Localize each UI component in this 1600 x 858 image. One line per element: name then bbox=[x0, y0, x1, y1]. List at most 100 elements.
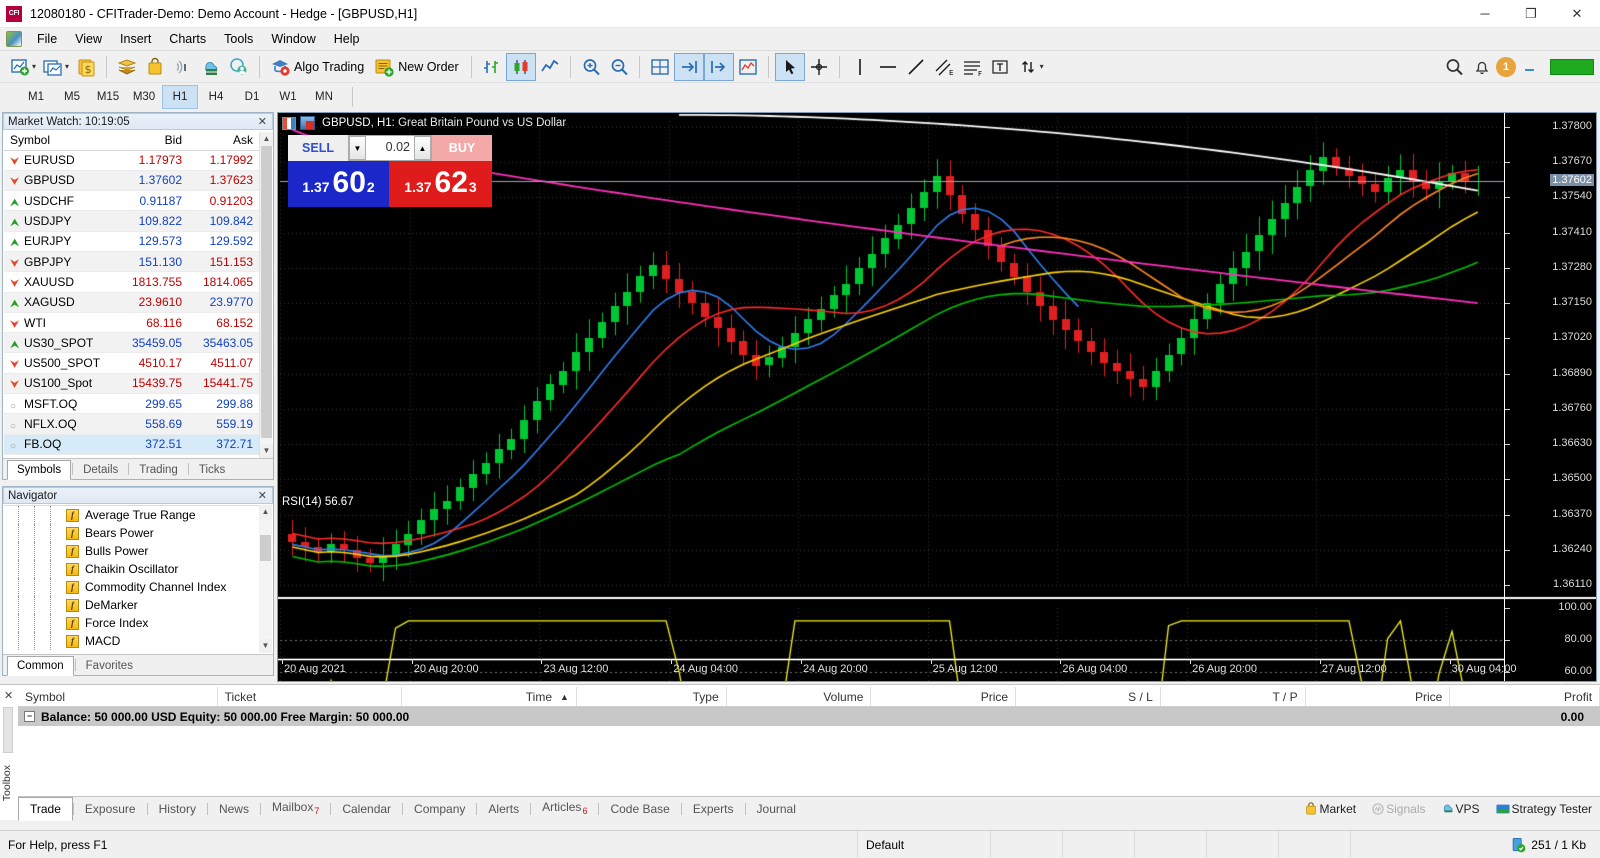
navigator-item[interactable]: fAverage True Range bbox=[4, 506, 259, 524]
navigator-scrollbar[interactable]: ▲ ▼ bbox=[259, 505, 272, 653]
status-profile[interactable]: Default bbox=[858, 831, 991, 858]
market-watch-close-icon[interactable]: ✕ bbox=[258, 115, 267, 128]
tab-ticks[interactable]: Ticks bbox=[190, 461, 234, 479]
signals-button[interactable] bbox=[169, 53, 197, 81]
toolbox-column-header[interactable]: Type bbox=[577, 687, 727, 706]
navigator-item[interactable]: fDeMarker bbox=[4, 596, 259, 614]
timeframe-h1[interactable]: H1 bbox=[162, 85, 198, 109]
market-link[interactable]: Market bbox=[1303, 801, 1356, 817]
toolbox-column-header[interactable]: Profit bbox=[1450, 687, 1600, 706]
text-tool-button[interactable] bbox=[986, 53, 1014, 81]
new-chart-button[interactable]: ▾ bbox=[6, 53, 39, 81]
tab-common[interactable]: Common bbox=[7, 656, 74, 676]
menu-help[interactable]: Help bbox=[325, 29, 369, 49]
menu-insert[interactable]: Insert bbox=[111, 29, 160, 49]
volume-value[interactable]: 0.02 bbox=[366, 136, 414, 160]
toolbox-tab-articles[interactable]: Articles6 bbox=[531, 796, 598, 820]
toolbox-tab-code-base[interactable]: Code Base bbox=[599, 798, 680, 820]
market-watch-row[interactable]: ⮟WTI68.11668.152 bbox=[4, 312, 259, 332]
navigator-item[interactable]: fForce Index bbox=[4, 614, 259, 632]
market-button[interactable] bbox=[141, 53, 169, 81]
toolbox-tab-alerts[interactable]: Alerts bbox=[477, 798, 530, 820]
navigator-close-icon[interactable]: ✕ bbox=[258, 489, 267, 502]
toolbox-tab-experts[interactable]: Experts bbox=[682, 798, 745, 820]
market-watch-row[interactable]: ⮟US500_SPOT4510.174511.07 bbox=[4, 353, 259, 373]
toolbox-tab-news[interactable]: News bbox=[208, 798, 260, 820]
toolbox-tab-trade[interactable]: Trade bbox=[18, 797, 73, 821]
community-button[interactable] bbox=[225, 53, 253, 81]
navigator-item[interactable]: fChaikin Oscillator bbox=[4, 560, 259, 578]
toolbox-grip[interactable] bbox=[3, 707, 13, 753]
candlestick-chart-button[interactable] bbox=[506, 53, 536, 81]
tile-windows-button[interactable] bbox=[646, 53, 674, 81]
market-watch-row[interactable]: ⮝XAGUSD23.961023.9770 bbox=[4, 292, 259, 312]
market-watch-row[interactable]: ○MSFT.OQ299.65299.88 bbox=[4, 394, 259, 414]
toolbox-column-header[interactable]: Volume bbox=[727, 687, 872, 706]
navigator-item[interactable]: fBears Power bbox=[4, 524, 259, 542]
market-watch-row[interactable]: ⮝USDJPY109.822109.842 bbox=[4, 211, 259, 231]
timeframe-m15[interactable]: M15 bbox=[90, 85, 126, 109]
nav-scroll-down-icon[interactable]: ▼ bbox=[259, 639, 272, 653]
menu-window[interactable]: Window bbox=[262, 29, 324, 49]
line-chart-button[interactable] bbox=[536, 53, 564, 81]
scroll-up-icon[interactable]: ▲ bbox=[260, 132, 273, 146]
menu-view[interactable]: View bbox=[66, 29, 111, 49]
fibonacci-button[interactable]: F bbox=[958, 53, 986, 81]
timeframe-mn[interactable]: MN bbox=[306, 85, 342, 109]
toolbox-column-header[interactable]: Price bbox=[1306, 687, 1451, 706]
volume-decrease-icon[interactable]: ▼ bbox=[349, 136, 366, 160]
crosshair-button[interactable] bbox=[805, 53, 833, 81]
chart-window[interactable]: GBPUSD, H1: Great Britain Pound vs US Do… bbox=[277, 112, 1597, 682]
indicators-button[interactable] bbox=[734, 53, 762, 81]
volume-stepper[interactable]: ▼ 0.02 ▲ bbox=[348, 135, 432, 161]
bar-chart-button[interactable] bbox=[478, 53, 506, 81]
menu-charts[interactable]: Charts bbox=[160, 29, 215, 49]
market-watch-button[interactable]: $ bbox=[72, 53, 100, 81]
market-watch-row[interactable]: ⮝EURJPY129.573129.592 bbox=[4, 231, 259, 251]
tab-favorites[interactable]: Favorites bbox=[77, 657, 142, 675]
account-expander-icon[interactable]: − bbox=[24, 711, 35, 722]
signals-link[interactable]: Signals bbox=[1370, 801, 1425, 817]
arrows-tool-button[interactable]: ▾ bbox=[1014, 53, 1047, 81]
buy-label[interactable]: BUY bbox=[432, 135, 492, 161]
market-watch-row[interactable]: ⮝USDCHF0.911870.91203 bbox=[4, 191, 259, 211]
vps-link[interactable]: VPS bbox=[1440, 801, 1480, 817]
col-symbol[interactable]: Symbol bbox=[4, 131, 122, 150]
zoom-in-button[interactable] bbox=[577, 53, 605, 81]
timeframe-h4[interactable]: H4 bbox=[198, 85, 234, 109]
buy-button[interactable]: 1.37 62 3 bbox=[389, 161, 492, 207]
market-watch-row[interactable]: ⮝US30_SPOT35459.0535463.05 bbox=[4, 333, 259, 353]
market-watch-row[interactable]: ○FB.OQ372.51372.71 bbox=[4, 434, 259, 454]
toolbox-column-header[interactable]: Price bbox=[871, 687, 1016, 706]
navigator-item[interactable]: fMACD bbox=[4, 632, 259, 650]
toolbox-tab-exposure[interactable]: Exposure bbox=[74, 798, 147, 820]
market-watch-row[interactable]: ⮟XAUUSD1813.7551814.065 bbox=[4, 272, 259, 292]
algo-trading-button[interactable]: Algo Trading bbox=[266, 53, 370, 81]
maximize-button[interactable]: ❐ bbox=[1508, 0, 1554, 28]
sell-button[interactable]: 1.37 60 2 bbox=[288, 161, 389, 207]
tab-trading[interactable]: Trading bbox=[130, 461, 187, 479]
scroll-down-icon[interactable]: ▼ bbox=[260, 444, 273, 458]
toolbox-tab-history[interactable]: History bbox=[148, 798, 207, 820]
market-watch-scroll-thumb[interactable] bbox=[261, 146, 272, 438]
trendline-button[interactable] bbox=[902, 53, 930, 81]
volume-increase-icon[interactable]: ▲ bbox=[414, 136, 431, 160]
tab-details[interactable]: Details bbox=[74, 461, 127, 479]
toolbox-column-header[interactable]: S / L bbox=[1016, 687, 1161, 706]
timeframe-m1[interactable]: M1 bbox=[18, 85, 54, 109]
toolbox-close-icon[interactable]: ✕ bbox=[4, 689, 13, 702]
strategy-tester-link[interactable]: Strategy Tester bbox=[1494, 801, 1592, 817]
profiles-button[interactable]: ▾ bbox=[39, 53, 72, 81]
navigator-scroll-thumb[interactable] bbox=[260, 535, 271, 561]
tab-symbols[interactable]: Symbols bbox=[7, 460, 71, 480]
toolbox-tab-journal[interactable]: Journal bbox=[746, 798, 807, 820]
time-axis[interactable]: 20 Aug 202120 Aug 20:0023 Aug 12:0024 Au… bbox=[278, 659, 1504, 681]
new-order-button[interactable]: New Order bbox=[370, 53, 464, 81]
horizontal-line-button[interactable] bbox=[874, 53, 902, 81]
col-ask[interactable]: Ask bbox=[188, 131, 259, 150]
menu-tools[interactable]: Tools bbox=[215, 29, 262, 49]
restore-chart-button[interactable] bbox=[1516, 53, 1544, 81]
timeframe-m5[interactable]: M5 bbox=[54, 85, 90, 109]
vertical-line-button[interactable] bbox=[846, 53, 874, 81]
minimize-button[interactable]: ─ bbox=[1462, 0, 1508, 28]
